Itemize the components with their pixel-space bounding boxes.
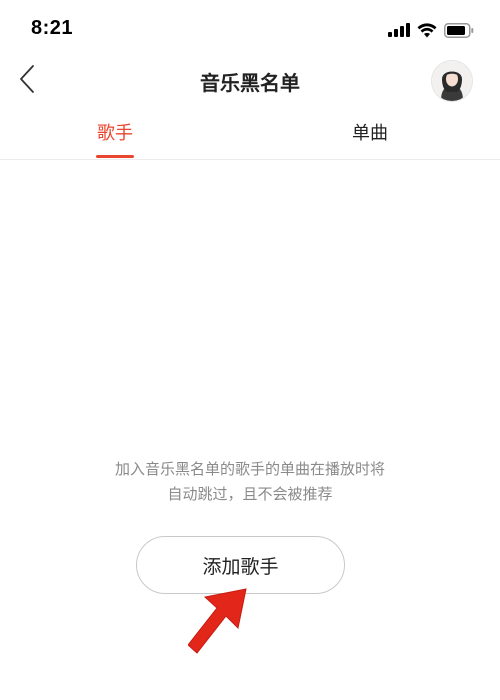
- empty-state-line-2: 自动跳过，且不会被推荐: [167, 485, 333, 503]
- pointer-arrow-icon: [187, 583, 256, 661]
- page-title: 音乐黑名单: [200, 71, 300, 95]
- status-bar: 8:21: [0, 0, 500, 56]
- empty-state-message: 加入音乐黑名单的歌手的单曲在播放时将 自动跳过，且不会被推荐: [40, 457, 460, 507]
- tab-bar: 歌手 单曲: [0, 106, 500, 160]
- wifi-icon: [417, 22, 437, 38]
- tab-singers[interactable]: 歌手: [84, 119, 146, 145]
- status-time: 8:21: [31, 17, 74, 39]
- avatar[interactable]: [432, 61, 472, 101]
- nav-bar: 音乐黑名单: [0, 56, 500, 106]
- empty-state-line-1: 加入音乐黑名单的歌手的单曲在播放时将: [114, 460, 385, 478]
- status-icons: [388, 20, 474, 40]
- tab-active-indicator: [96, 155, 134, 158]
- signal-icon: [388, 23, 410, 37]
- tab-songs[interactable]: 单曲: [339, 119, 401, 145]
- battery-icon: [444, 22, 474, 38]
